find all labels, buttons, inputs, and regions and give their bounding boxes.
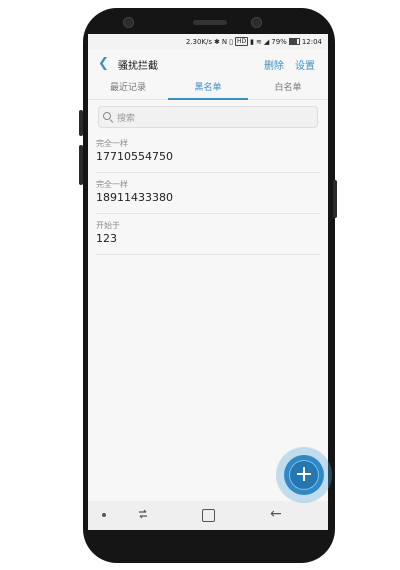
status-bar: 2.30K/s ✱ N ▯ HD ▮ ≋ ◢ 79% 12:04 [88,34,328,49]
delete-button[interactable]: 删除 [264,57,284,72]
match-type: 完全一样 [96,139,128,148]
tab-whitelist[interactable]: 白名单 [248,79,328,99]
back-chevron-icon[interactable]: ❮ [98,57,112,71]
nfc-icon: N [221,37,228,46]
tab-blacklist[interactable]: 黑名单 [168,79,248,99]
clock: 12:04 [301,37,322,46]
tab-recent[interactable]: 最近记录 [88,79,168,99]
wifi-icon: ≋ [255,37,262,46]
page-title: 骚扰拦截 [118,61,158,72]
add-icon [297,467,311,481]
sensor-icon [123,17,134,28]
nav-dot-icon[interactable] [102,513,106,517]
match-type: 开始于 [96,221,120,230]
navigation-bar: ← [88,501,328,530]
front-camera-icon [251,17,262,28]
notification-icon: ▮ [250,37,254,46]
list-item[interactable]: 完全一样 17710554750 [96,132,320,173]
volume-button [79,110,83,136]
phone-number: 123 [96,232,117,245]
hd-badge: HD [234,37,249,46]
phone-number: 18911433380 [96,191,173,204]
search-icon [103,112,113,122]
bixby-button [79,145,83,185]
settings-button[interactable]: 设置 [295,57,315,72]
match-type: 完全一样 [96,180,128,189]
recents-icon[interactable] [136,507,150,521]
list-item[interactable]: 开始于 123 [96,214,320,255]
back-arrow-icon[interactable]: ← [270,505,282,523]
network-speed: 2.30K/s [185,37,212,46]
search-placeholder: 搜索 [117,113,136,124]
battery-icon [288,38,300,45]
battery-percent: 79% [271,37,287,46]
speaker-grille [193,20,227,25]
signal-icon: ◢ [263,37,270,46]
active-tab-indicator [168,98,248,100]
home-icon[interactable] [202,509,215,522]
list-item[interactable]: 完全一样 18911433380 [96,173,320,214]
tab-bar: 最近记录 黑名单 白名单 [88,79,328,100]
power-button [333,180,337,218]
bluetooth-icon: ✱ [214,37,220,46]
search-field[interactable]: 搜索 [98,106,318,128]
phone-number: 17710554750 [96,150,173,163]
vibrate-icon: ▯ [229,37,233,46]
app-header: ❮ 骚扰拦截 删除 设置 [88,49,328,79]
